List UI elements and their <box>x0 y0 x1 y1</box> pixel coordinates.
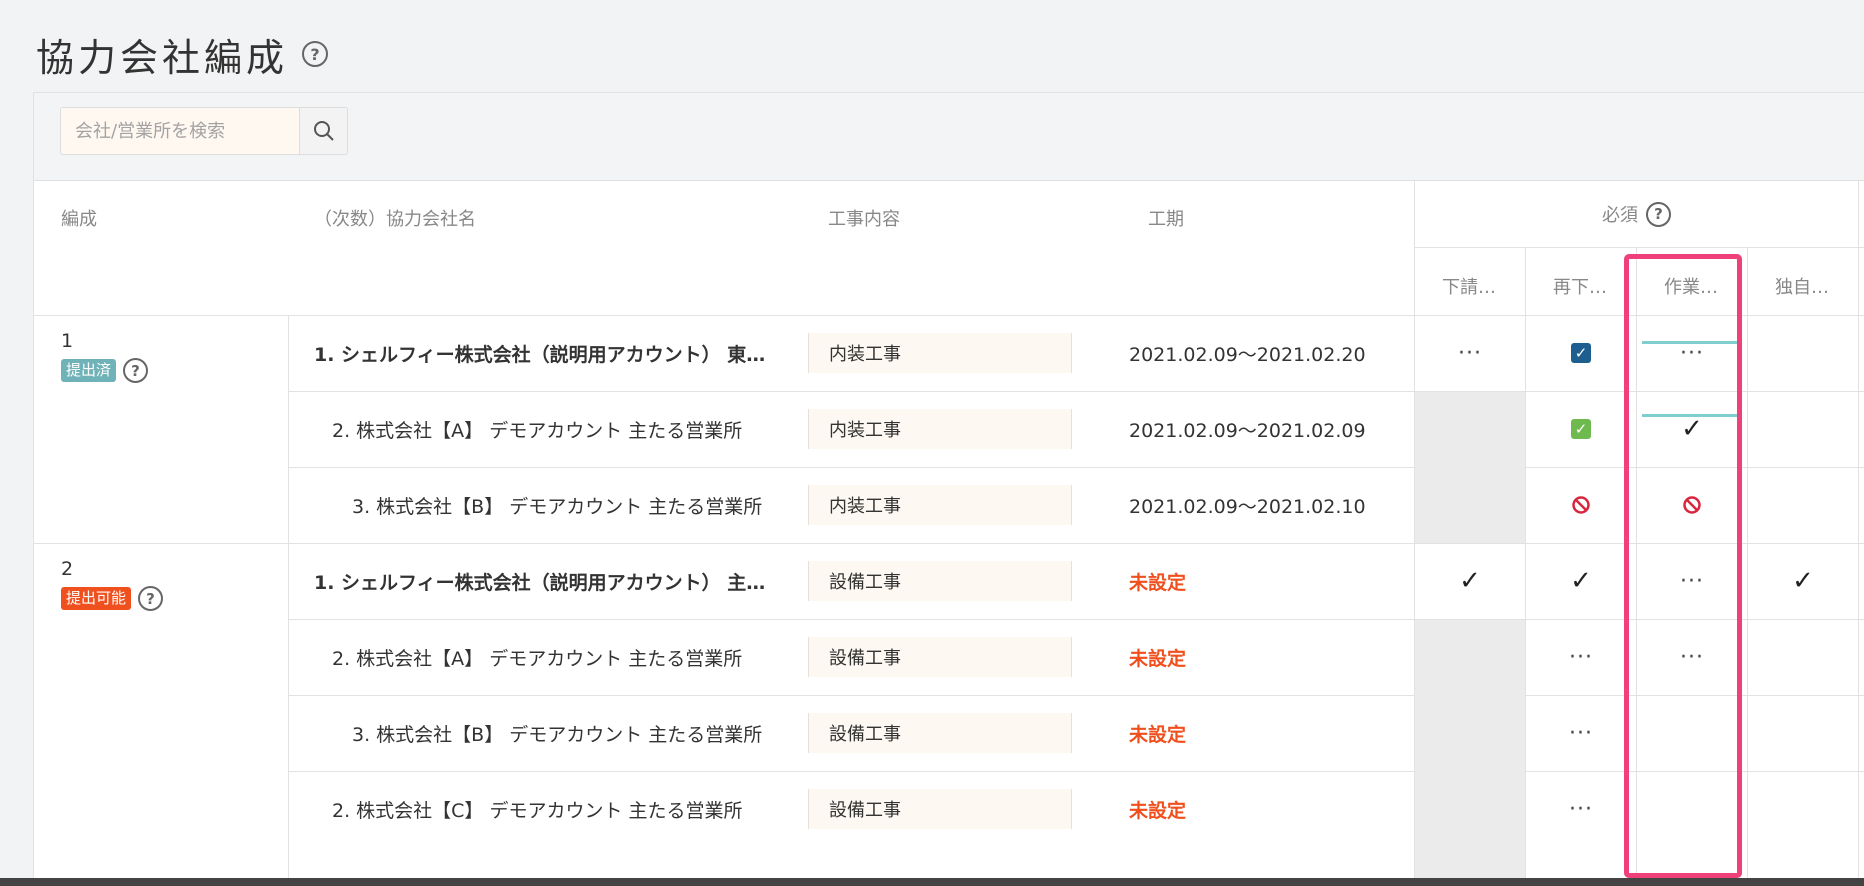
status-badge: 提出可能 ? <box>61 586 164 611</box>
search-icon <box>313 121 334 141</box>
company-name[interactable]: 3. 株式会社【B】 デモアカウント 主たる営業所 <box>352 467 762 543</box>
column-header-custom[interactable]: 独自… <box>1775 273 1829 299</box>
work-content: 設備工事 <box>808 713 1072 753</box>
status-dots-icon[interactable]: ··· <box>1415 315 1525 391</box>
checkbox-checked-icon[interactable]: ✓ <box>1526 391 1636 467</box>
work-content: 内装工事 <box>808 333 1072 373</box>
work-content: 設備工事 <box>808 561 1072 601</box>
work-content: 設備工事 <box>808 637 1072 677</box>
search-button[interactable] <box>300 108 347 154</box>
work-content: 内装工事 <box>808 409 1072 449</box>
column-header-company: （次数）協力会社名 <box>314 209 476 230</box>
required-help-icon[interactable]: ? <box>1646 201 1671 227</box>
work-period: 2021.02.09～2021.02.09 <box>1129 419 1366 442</box>
table-row[interactable]: 3. 株式会社【B】 デモアカウント 主たる営業所 設備工事 未設定 ··· <box>288 695 1864 771</box>
status-dots-icon[interactable]: ··· <box>1637 619 1747 695</box>
prohibited-icon[interactable] <box>1637 467 1747 543</box>
company-name[interactable]: 3. 株式会社【B】 デモアカウント 主たる営業所 <box>352 695 762 771</box>
check-icon[interactable]: ✓ <box>1748 543 1858 619</box>
status-dots-icon[interactable]: ··· <box>1637 543 1747 619</box>
table-row[interactable]: 2. 株式会社【C】 デモアカウント 主たる営業所 設備工事 未設定 ··· <box>288 771 1864 847</box>
work-period: 未設定 <box>1129 799 1187 822</box>
company-name[interactable]: 2. 株式会社【A】 デモアカウント 主たる営業所 <box>332 619 742 695</box>
work-period: 未設定 <box>1129 571 1187 594</box>
column-header-subcontract[interactable]: 下請… <box>1442 273 1496 299</box>
check-icon[interactable]: ✓ <box>1526 543 1636 619</box>
prohibited-icon[interactable] <box>1526 467 1636 543</box>
table-row[interactable]: 1. シェルフィー株式会社（説明用アカウント） 東… 内装工事 2021.02.… <box>288 315 1864 391</box>
search-input[interactable] <box>61 108 300 154</box>
group-number: 1 <box>61 330 74 352</box>
check-icon[interactable]: ✓ <box>1637 391 1747 467</box>
status-dots-icon[interactable]: ··· <box>1637 315 1747 391</box>
required-label: 必須 <box>1602 205 1638 226</box>
table-row[interactable]: 2. 株式会社【A】 デモアカウント 主たる営業所 設備工事 未設定 ··· ·… <box>288 619 1864 695</box>
work-content: 設備工事 <box>808 789 1072 829</box>
company-name[interactable]: 1. シェルフィー株式会社（説明用アカウント） 主… <box>314 543 765 619</box>
page-title: 協力会社編成 <box>36 35 289 80</box>
check-icon[interactable]: ✓ <box>1415 543 1525 619</box>
group-number: 2 <box>61 558 74 580</box>
column-header-required: 必須 ? <box>1602 201 1671 227</box>
selected-cell-bottom-border <box>1642 414 1738 417</box>
page-header: 協力会社編成 ? <box>36 26 329 82</box>
column-header-formation: 編成 <box>61 209 97 230</box>
help-icon[interactable]: ? <box>302 41 329 67</box>
status-dots-icon[interactable]: ··· <box>1526 771 1636 847</box>
table-row[interactable]: 3. 株式会社【B】 デモアカウント 主たる営業所 内装工事 2021.02.0… <box>288 467 1864 543</box>
work-content: 内装工事 <box>808 485 1072 525</box>
status-help-icon[interactable]: ? <box>138 586 164 611</box>
column-header-resubcontract[interactable]: 再下… <box>1553 273 1607 299</box>
company-table: 編成 （次数）協力会社名 工事内容 工期 必須 ? 下請… 再下… 作業… 独自… <box>34 180 1864 886</box>
status-label: 提出可能 <box>61 587 132 610</box>
search-box <box>60 107 348 155</box>
table-row[interactable]: 2. 株式会社【A】 デモアカウント 主たる営業所 内装工事 2021.02.0… <box>288 391 1864 467</box>
window-bottom-edge <box>0 878 1864 886</box>
status-label: 提出済 <box>61 359 117 382</box>
column-header-work: 工事内容 <box>828 209 900 230</box>
column-header-period: 工期 <box>1148 209 1184 230</box>
work-period: 未設定 <box>1129 647 1187 670</box>
company-name[interactable]: 2. 株式会社【A】 デモアカウント 主たる営業所 <box>332 391 742 467</box>
table-row[interactable]: 1. シェルフィー株式会社（説明用アカウント） 主… 設備工事 未設定 ✓ ✓ … <box>288 543 1864 619</box>
work-period: 2021.02.09～2021.02.20 <box>1129 343 1366 366</box>
status-dots-icon[interactable]: ··· <box>1526 695 1636 771</box>
selected-cell-top-border <box>1642 341 1738 344</box>
status-help-icon[interactable]: ? <box>123 358 149 383</box>
column-header-work-staff[interactable]: 作業… <box>1664 273 1718 299</box>
status-badge: 提出済 ? <box>61 358 149 383</box>
company-name[interactable]: 1. シェルフィー株式会社（説明用アカウント） 東… <box>314 315 765 391</box>
work-period: 2021.02.09～2021.02.10 <box>1129 495 1366 518</box>
company-name[interactable]: 2. 株式会社【C】 デモアカウント 主たる営業所 <box>332 771 743 847</box>
main-panel: 編成 （次数）協力会社名 工事内容 工期 必須 ? 下請… 再下… 作業… 独自… <box>33 92 1864 886</box>
status-dots-icon[interactable]: ··· <box>1526 619 1636 695</box>
work-period: 未設定 <box>1129 723 1187 746</box>
checkbox-checked-icon[interactable]: ✓ <box>1526 315 1636 391</box>
